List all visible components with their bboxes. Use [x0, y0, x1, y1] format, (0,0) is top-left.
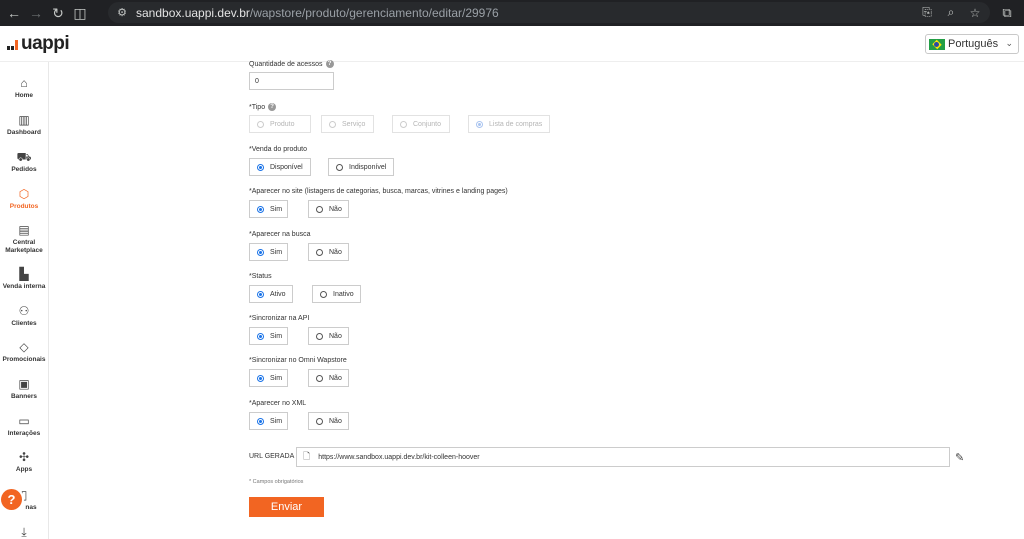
- sidebar: ⌂ Home ▥ Dashboard ⛟ Pedidos ⬡ Produtos …: [0, 62, 49, 539]
- sidebar-item-banners[interactable]: ▣ Banners: [0, 377, 48, 401]
- chevron-down-icon: ⌄: [1005, 38, 1013, 48]
- tipo-produto-radio[interactable]: Produto: [249, 115, 311, 133]
- xml-sim-radio[interactable]: Sim: [249, 412, 288, 430]
- url-gerada-label: URL GERADA: [249, 453, 295, 460]
- sidebar-item-produtos[interactable]: ⬡ Produtos: [0, 187, 48, 211]
- sidebar-item-dashboard[interactable]: ▥ Dashboard: [0, 113, 48, 137]
- users-icon: ⚇: [18, 304, 30, 318]
- edit-icon[interactable]: ✎: [955, 451, 964, 464]
- venda-indisponivel-radio[interactable]: Indisponível: [328, 158, 394, 176]
- browser-toolbar: ← → ↻ ◫ ⚙ sandbox.uappi.dev.br/wapstore/…: [0, 0, 1024, 26]
- omni-label: *Sincronizar no Omni Wapstore: [249, 357, 347, 364]
- busca-label: *Aparecer na busca: [249, 231, 311, 238]
- cart-icon: ⛟: [16, 150, 32, 164]
- forward-arrow-icon[interactable]: →: [25, 2, 47, 24]
- help-question-icon[interactable]: ?: [1, 489, 22, 510]
- busca-nao-radio[interactable]: Não: [308, 243, 349, 261]
- app-header: uappi Português ⌄: [0, 26, 1024, 62]
- language-select[interactable]: Português ⌄: [925, 34, 1019, 54]
- tipo-label: *Tipo?: [249, 103, 277, 111]
- tipo-lista-de-compras-radio[interactable]: Lista de compras: [468, 115, 550, 133]
- home-icon: ⌂: [20, 76, 28, 90]
- venda-disponivel-radio[interactable]: Disponível: [249, 158, 311, 176]
- site-nao-radio[interactable]: Não: [308, 200, 349, 218]
- busca-sim-radio[interactable]: Sim: [249, 243, 288, 261]
- sidebar-item-interacoes[interactable]: ▭ Interações: [0, 414, 48, 438]
- api-nao-radio[interactable]: Não: [308, 327, 349, 345]
- reload-icon[interactable]: ↻: [47, 2, 69, 24]
- register-icon: ▙: [19, 267, 29, 281]
- translate-icon[interactable]: ⎘: [918, 5, 936, 20]
- tipo-servico-radio[interactable]: Serviço: [321, 115, 374, 133]
- image-icon: ▣: [18, 377, 30, 391]
- omni-sim-radio[interactable]: Sim: [249, 369, 288, 387]
- sidebar-item-clientes[interactable]: ⚇ Clientes: [0, 304, 48, 328]
- status-ativo-radio[interactable]: Ativo: [249, 285, 293, 303]
- sidebar-item-central-marketplace[interactable]: ▤ Central Marketplace: [0, 223, 48, 254]
- sidebar-item-promocionais[interactable]: ◇ Promocionais: [0, 340, 48, 364]
- link-icon: 🗋: [303, 451, 311, 461]
- site-settings-icon[interactable]: ⚙: [114, 5, 130, 21]
- uappi-logo[interactable]: uappi: [7, 33, 70, 54]
- help-icon[interactable]: ?: [325, 60, 334, 68]
- xml-label: *Aparecer no XML: [249, 400, 307, 407]
- tag-icon: ◇: [19, 340, 29, 354]
- download-icon: ⤓: [21, 525, 27, 539]
- status-inativo-radio[interactable]: Inativo: [312, 285, 361, 303]
- url-text: sandbox.uappi.dev.br/wapstore/produto/ge…: [136, 5, 499, 20]
- logo-bars-icon: [7, 38, 18, 50]
- status-label: *Status: [249, 273, 272, 280]
- chart-icon: ▥: [18, 113, 30, 127]
- site-sim-radio[interactable]: Sim: [249, 200, 288, 218]
- xml-nao-radio[interactable]: Não: [308, 412, 349, 430]
- omni-nao-radio[interactable]: Não: [308, 369, 349, 387]
- api-label: *Sincronizar na API: [249, 315, 310, 322]
- help-icon[interactable]: ?: [268, 103, 277, 111]
- logo-text: uappi: [21, 33, 70, 54]
- chat-icon: ▭: [18, 414, 30, 428]
- site-label: *Aparecer no site (listagens de categori…: [249, 188, 508, 195]
- api-sim-radio[interactable]: Sim: [249, 327, 288, 345]
- box-icon: ⬡: [18, 187, 30, 201]
- zoom-icon[interactable]: ⌕: [942, 5, 960, 20]
- venda-label: *Venda do produto: [249, 146, 307, 153]
- qty-label: Quantidade de acessos?: [249, 60, 334, 68]
- url-gerada-value: https://www.sandbox.uappi.dev.br/kit-col…: [318, 453, 480, 461]
- back-arrow-icon[interactable]: ←: [3, 2, 25, 24]
- sidebar-item-apps[interactable]: ✣ Apps: [0, 450, 48, 474]
- required-fields-note: * Campos obrigatórios: [249, 479, 304, 485]
- url-gerada-field[interactable]: 🗋 https://www.sandbox.uappi.dev.br/kit-c…: [296, 447, 950, 467]
- tipo-conjunto-radio[interactable]: Conjunto: [392, 115, 450, 133]
- sidebar-item-pedidos[interactable]: ⛟ Pedidos: [0, 150, 48, 174]
- bookmark-star-icon[interactable]: ☆: [966, 6, 984, 20]
- language-value: Português: [948, 38, 999, 50]
- qty-input[interactable]: [249, 72, 334, 90]
- sidebar-item-home[interactable]: ⌂ Home: [0, 76, 48, 100]
- sidebar-item-venda-interna[interactable]: ▙ Venda interna: [0, 267, 48, 291]
- apps-icon: ✣: [18, 450, 30, 464]
- sidebar-item-download[interactable]: ⤓: [0, 525, 48, 539]
- brazil-flag-icon: [929, 38, 945, 50]
- store-icon: ▤: [18, 223, 30, 237]
- address-bar[interactable]: ⚙ sandbox.uappi.dev.br/wapstore/produto/…: [108, 2, 990, 23]
- extensions-icon[interactable]: ⧉: [996, 3, 1018, 23]
- split-view-icon[interactable]: ◫: [69, 2, 91, 24]
- submit-button[interactable]: Enviar: [249, 497, 324, 517]
